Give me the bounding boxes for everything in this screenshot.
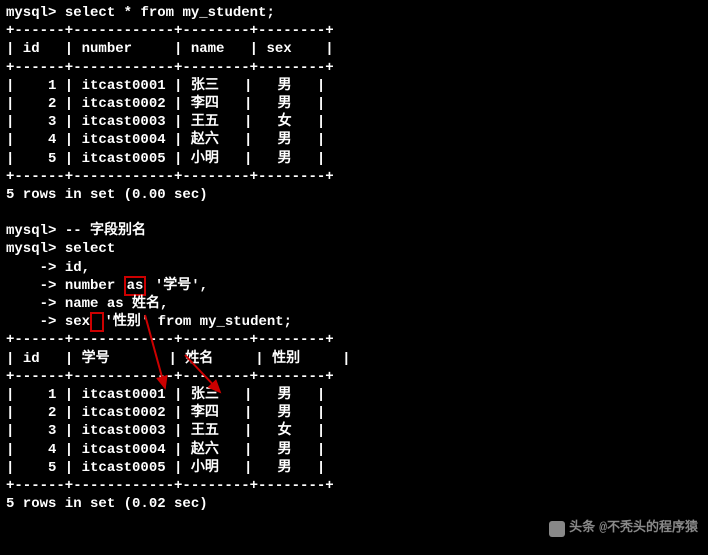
prompt: mysql>: [6, 241, 56, 257]
result-text-2: 5 rows in set (0.02 sec): [6, 496, 208, 512]
table-border: +------+------------+--------+--------+: [6, 369, 334, 385]
watermark: 头条 @不秃头的程序猿: [549, 520, 698, 537]
table-border: +------+------------+--------+--------+: [6, 23, 334, 39]
table-row: | 4 | itcast0004 | 赵六 | 男 |: [6, 132, 325, 148]
sql-query-1: select * from my_student;: [65, 5, 275, 21]
header-xingbie: 性别: [272, 351, 300, 367]
table-border: +------+------------+--------+--------+: [6, 478, 334, 494]
watermark-text: @不秃头的程序猿: [599, 520, 698, 537]
header-xingming: 姓名: [185, 351, 213, 367]
sql-number-pre: number: [65, 278, 124, 294]
table-row: | 3 | itcast0003 | 王五 | 女 |: [6, 423, 325, 439]
sql-name: name as 姓名,: [65, 296, 169, 312]
table-row: | 2 | itcast0002 | 李四 | 男 |: [6, 96, 325, 112]
table-row: | 5 | itcast0005 | 小明 | 男 |: [6, 151, 325, 167]
table-row: | 5 | itcast0005 | 小明 | 男 |: [6, 460, 325, 476]
table-row: | 4 | itcast0004 | 赵六 | 男 |: [6, 442, 325, 458]
table-border: +------+------------+--------+--------+: [6, 60, 334, 76]
table-row: | 2 | itcast0002 | 李四 | 男 |: [6, 405, 325, 421]
prompt: mysql>: [6, 223, 56, 239]
as-keyword-highlight: as: [124, 276, 147, 296]
sql-sex-pre: sex: [65, 314, 90, 330]
sql-number-post: '学号',: [146, 278, 208, 294]
table-row: | 1 | itcast0001 | 张三 | 男 |: [6, 387, 325, 403]
header-xuehao: 学号: [82, 351, 110, 367]
table-header-1: | id | number | name | sex |: [6, 41, 334, 57]
cont-prompt: ->: [6, 260, 56, 276]
watermark-prefix: 头条: [569, 520, 595, 537]
cont-prompt: ->: [6, 278, 56, 294]
sql-select: select: [65, 241, 115, 257]
header-id: id: [23, 351, 40, 367]
result-text-1: 5 rows in set (0.00 sec): [6, 187, 208, 203]
sql-id: id,: [65, 260, 90, 276]
sql-comment: -- 字段别名: [65, 223, 146, 239]
empty-alias-highlight: [90, 312, 104, 332]
cont-prompt: ->: [6, 314, 56, 330]
table-border: +------+------------+--------+--------+: [6, 169, 334, 185]
table-row: | 3 | itcast0003 | 王五 | 女 |: [6, 114, 325, 130]
table-row: | 1 | itcast0001 | 张三 | 男 |: [6, 78, 325, 94]
table-border: +------+------------+--------+--------+: [6, 332, 334, 348]
prompt: mysql>: [6, 5, 56, 21]
terminal-output: mysql> select * from my_student; +------…: [6, 4, 702, 513]
sql-sex-post: '性别' from my_student;: [104, 314, 292, 330]
cont-prompt: ->: [6, 296, 56, 312]
toutiao-icon: [549, 521, 565, 537]
